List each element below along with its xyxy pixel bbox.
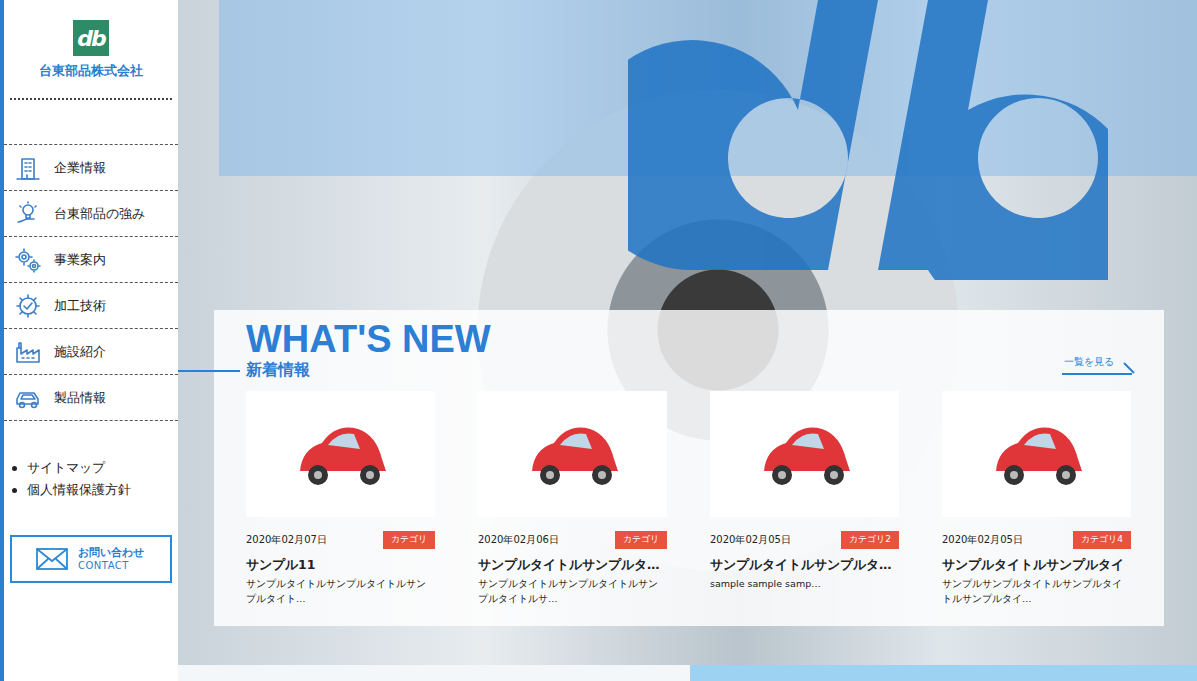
view-all-label: 一覧を見る [1064, 356, 1114, 367]
nav-item[interactable]: 企業情報 [4, 145, 178, 191]
category-tag[interactable]: カテゴリ [383, 531, 435, 549]
building-icon [14, 154, 42, 182]
main-nav: 企業情報台東部品の強み事業案内加工技術施設紹介製品情報 [4, 144, 178, 421]
toy-car-icon [286, 409, 396, 499]
bullet [12, 466, 17, 471]
card-meta: 2020年02月07日 カテゴリ [246, 531, 435, 549]
news-header: WHAT'S NEW新着情報一覧を見る [246, 320, 1132, 381]
bottom-left [178, 665, 690, 681]
card-excerpt: サンプルサンプルタイトルサンプルタイトルサンプルタイ… [942, 577, 1131, 606]
card-date: 2020年02月05日 [710, 533, 791, 547]
nav-item[interactable]: 台東部品の強み [4, 191, 178, 237]
card-title: サンプル11 [246, 557, 435, 574]
accent-line [178, 370, 240, 372]
company-name: 台東部品株式会社 [39, 62, 143, 80]
toy-car-icon [982, 409, 1092, 499]
gears-icon [14, 246, 42, 274]
category-tag[interactable]: カテゴリ [615, 531, 667, 549]
company-logo[interactable]: db 台東部品株式会社 [4, 0, 178, 90]
card-meta: 2020年02月06日 カテゴリ [478, 531, 667, 549]
sub-link-label: サイトマップ [27, 459, 105, 477]
sub-link[interactable]: 個人情報保護方針 [12, 481, 178, 499]
nav-item[interactable]: 事業案内 [4, 237, 178, 283]
card-date: 2020年02月05日 [942, 533, 1023, 547]
divider [10, 98, 172, 100]
toy-car-icon [518, 409, 628, 499]
hero-image: WHAT'S NEW新着情報一覧を見る2020年02月07日カテゴリサンプル11… [178, 0, 1197, 665]
nav-label: 企業情報 [54, 159, 106, 177]
sub-link[interactable]: サイトマップ [12, 459, 178, 477]
nav-label: 製品情報 [54, 389, 106, 407]
news-panel: WHAT'S NEW新着情報一覧を見る2020年02月07日カテゴリサンプル11… [214, 310, 1164, 626]
contact-button[interactable]: お問い合わせCONTACT [10, 535, 172, 583]
card-meta: 2020年02月05日 カテゴリ2 [710, 531, 899, 549]
car-icon [14, 384, 42, 412]
nav-item[interactable]: 施設紹介 [4, 329, 178, 375]
news-titles: WHAT'S NEW新着情報 [246, 320, 491, 381]
contact-label: お問い合わせ [78, 546, 144, 560]
nav-item[interactable]: 加工技術 [4, 283, 178, 329]
idea-hand-icon [14, 200, 42, 228]
bottom-strip [178, 665, 1197, 681]
card-excerpt: sample sample samp… [710, 577, 899, 592]
news-card[interactable]: 2020年02月05日 カテゴリ4 サンプルタイトルサンプルタイサンプルサンプルタイ… [942, 391, 1131, 606]
card-date: 2020年02月06日 [478, 533, 559, 547]
view-all-link[interactable]: 一覧を見る [1062, 355, 1132, 375]
category-tag[interactable]: カテゴリ2 [841, 531, 899, 549]
envelope-icon [36, 547, 68, 571]
card-date: 2020年02月07日 [246, 533, 327, 547]
arrow-icon [1122, 361, 1136, 375]
card-thumbnail [710, 391, 899, 517]
brand-watermark-icon [628, 0, 1108, 280]
category-tag[interactable]: カテゴリ4 [1073, 531, 1131, 549]
sub-link-label: 個人情報保護方針 [27, 481, 131, 499]
nav-label: 施設紹介 [54, 343, 106, 361]
card-title: サンプルタイトルサンプルタイ [942, 557, 1131, 574]
logo-mark: db [73, 20, 109, 56]
nav-item[interactable]: 製品情報 [4, 375, 178, 421]
card-excerpt: サンプルタイトルサンプルタイトルサンプルタイト… [246, 577, 435, 606]
factory-icon [14, 338, 42, 366]
sub-links: サイトマップ個人情報保護方針 [12, 459, 178, 499]
news-card[interactable]: 2020年02月05日 カテゴリ2 サンプルタイトルサンプルタ… sample sam… [710, 391, 899, 606]
toy-car-icon [750, 409, 860, 499]
contact-text: お問い合わせCONTACT [78, 546, 144, 572]
card-thumbnail [478, 391, 667, 517]
news-card[interactable]: 2020年02月06日 カテゴリサンプルタイトルサンプルタ… サンプルタイトルサンプ… [478, 391, 667, 606]
card-thumbnail [942, 391, 1131, 517]
card-title: サンプルタイトルサンプルタ… [710, 557, 899, 574]
sidebar: db 台東部品株式会社企業情報台東部品の強み事業案内加工技術施設紹介製品情報サイト… [0, 0, 178, 681]
card-excerpt: サンプルタイトルサンプルタイトルサンプルタイトルサ… [478, 577, 667, 606]
card-meta: 2020年02月05日 カテゴリ4 [942, 531, 1131, 549]
contact-sub: CONTACT [78, 560, 144, 573]
news-card[interactable]: 2020年02月07日 カテゴリサンプル11 サンプルタイトルサンプルタイトルサンプ… [246, 391, 435, 606]
nav-label: 加工技術 [54, 297, 106, 315]
nav-label: 事業案内 [54, 251, 106, 269]
card-title: サンプルタイトルサンプルタ… [478, 557, 667, 574]
bullet [12, 488, 17, 493]
bottom-right [690, 665, 1197, 681]
news-title: WHAT'S NEW [246, 320, 491, 360]
news-subtitle-row: 新着情報 [246, 360, 491, 381]
card-thumbnail [246, 391, 435, 517]
news-subtitle: 新着情報 [246, 360, 310, 381]
nav-label: 台東部品の強み [54, 205, 145, 223]
news-list: 2020年02月07日 カテゴリサンプル11 サンプルタイトルサンプルタイトルサンプ… [246, 391, 1132, 606]
gear-check-icon [14, 292, 42, 320]
main-area: WHAT'S NEW新着情報一覧を見る2020年02月07日カテゴリサンプル11… [178, 0, 1197, 681]
